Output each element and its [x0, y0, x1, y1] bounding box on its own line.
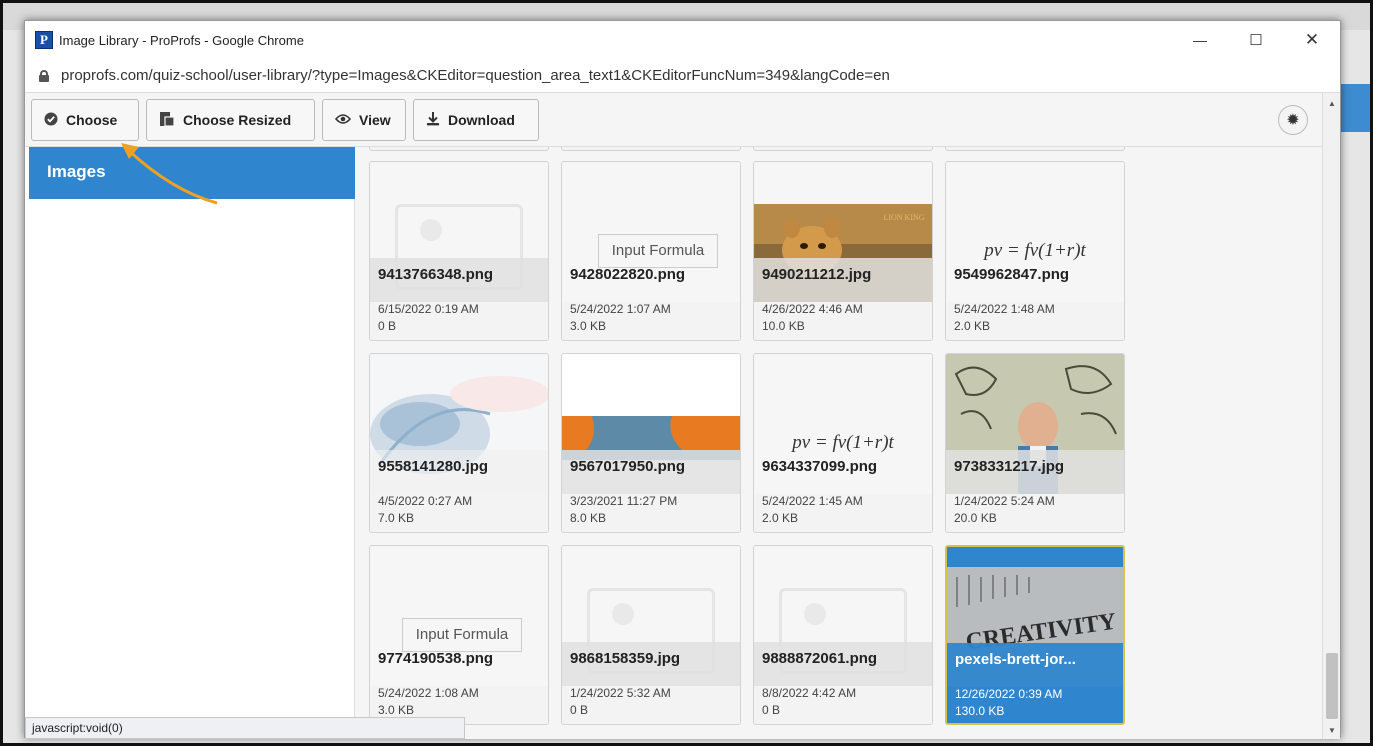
- image-library-window: P Image Library - ProProfs - Google Chro…: [24, 20, 1341, 739]
- image-card[interactable]: Input Formula 9428022820.png 5/24/2022 1…: [561, 161, 741, 341]
- image-card[interactable]: pv = fv(1+r)t 9634337099.png 5/24/2022 1…: [753, 353, 933, 533]
- file-date: 5/24/2022 1:07 AM: [570, 302, 671, 316]
- file-date: 1/24/2022 5:24 AM: [954, 494, 1055, 508]
- file-size: 20.0 KB: [954, 511, 997, 525]
- address-bar[interactable]: proprofs.com/quiz-school/user-library/?t…: [25, 59, 1340, 93]
- file-date: 1/24/2022 5:32 AM: [570, 686, 671, 700]
- download-button[interactable]: Download: [413, 99, 539, 141]
- file-date: 8/8/2022 4:42 AM: [762, 686, 857, 700]
- file-name: 9634337099.png: [762, 458, 878, 475]
- file-date: 5/24/2022 1:48 AM: [954, 302, 1055, 316]
- file-name: 9774190538.png: [378, 650, 494, 667]
- input-formula-preview: Input Formula: [598, 234, 718, 268]
- file-size: 3.0 KB: [378, 703, 415, 717]
- formula-preview: pv = fv(1+r)t: [984, 240, 1086, 261]
- image-card[interactable]: 9558141280.jpg 4/5/2022 0:27 AM 7.0 KB: [369, 353, 549, 533]
- file-name: pexels-brett-jor...: [955, 651, 1076, 668]
- file-name: 9888872061.png: [762, 650, 878, 667]
- file-size: 0 B: [762, 703, 781, 717]
- eye-icon: [334, 112, 352, 128]
- formula-preview: pv = fv(1+r)t: [792, 432, 894, 453]
- sidebar-item-images[interactable]: Images: [29, 147, 355, 199]
- image-card[interactable]: [945, 147, 1125, 151]
- vertical-scrollbar[interactable]: ▲ ▼: [1322, 93, 1340, 739]
- proprofs-favicon-icon: P: [35, 31, 53, 49]
- file-name: 9738331217.jpg: [954, 458, 1065, 475]
- image-card[interactable]: pv = fv(1+r)t 9549962847.png 5/24/2022 1…: [945, 161, 1125, 341]
- file-date: 3/23/2021 11:27 PM: [570, 494, 678, 508]
- image-grid: 9413766348.png 6/15/2022 0:19 AM 0 B Inp…: [355, 147, 1322, 739]
- download-label: Download: [448, 112, 515, 128]
- image-card[interactable]: [753, 147, 933, 151]
- resize-icon: [159, 111, 175, 130]
- image-card[interactable]: 9868158359.jpg 1/24/2022 5:32 AM 0 B: [561, 545, 741, 725]
- file-size: 10.0 KB: [762, 319, 805, 333]
- file-size: 130.0 KB: [955, 704, 1005, 718]
- file-name: 9413766348.png: [378, 266, 494, 283]
- choose-resized-button[interactable]: Choose Resized: [146, 99, 315, 141]
- file-size: 0 B: [570, 703, 589, 717]
- file-name: 9490211212.jpg: [762, 266, 872, 283]
- minimize-button[interactable]: —: [1172, 21, 1228, 59]
- scrollbar-thumb[interactable]: [1326, 653, 1338, 719]
- file-date: 6/15/2022 0:19 AM: [378, 302, 479, 316]
- image-card[interactable]: [561, 147, 741, 151]
- settings-gear-button[interactable]: ✹: [1278, 105, 1308, 135]
- download-icon: [426, 111, 440, 129]
- input-formula-preview: Input Formula: [402, 618, 522, 652]
- file-size: 2.0 KB: [762, 511, 799, 525]
- file-name: 9428022820.png: [570, 266, 686, 283]
- file-size: 8.0 KB: [570, 511, 607, 525]
- choose-button[interactable]: Choose: [31, 99, 139, 141]
- file-date: 4/26/2022 4:46 AM: [762, 302, 863, 316]
- file-size: 2.0 KB: [954, 319, 991, 333]
- image-card[interactable]: LION KING 9490211212.jpg 4/26/2022 4:46 …: [753, 161, 933, 341]
- file-size: 7.0 KB: [378, 511, 415, 525]
- background-blue-button: [1338, 84, 1373, 132]
- file-date: 5/24/2022 1:45 AM: [762, 494, 863, 508]
- file-name: 9868158359.jpg: [570, 650, 681, 667]
- view-label: View: [359, 112, 391, 128]
- library-toolbar: Choose Choose Resized View Download ✹: [25, 93, 1322, 147]
- choose-resized-label: Choose Resized: [183, 112, 292, 128]
- file-size: 3.0 KB: [570, 319, 607, 333]
- image-card-selected[interactable]: CREATIVITY pexels-brett-jor... 12/26/202…: [945, 545, 1125, 725]
- window-title: Image Library - ProProfs - Google Chrome: [59, 32, 304, 48]
- file-date: 4/5/2022 0:27 AM: [378, 494, 473, 508]
- image-card[interactable]: 9888872061.png 8/8/2022 4:42 AM 0 B: [753, 545, 933, 725]
- image-card[interactable]: Input Formula 9774190538.png 5/24/2022 1…: [369, 545, 549, 725]
- window-titlebar: P Image Library - ProProfs - Google Chro…: [25, 21, 1340, 59]
- file-size: 0 B: [378, 319, 397, 333]
- file-name: 9567017950.png: [570, 458, 686, 475]
- check-circle-icon: [44, 112, 58, 129]
- image-card[interactable]: 9738331217.jpg 1/24/2022 5:24 AM 20.0 KB: [945, 353, 1125, 533]
- image-card[interactable]: 9413766348.png 6/15/2022 0:19 AM 0 B: [369, 161, 549, 341]
- sidebar-item-label: Images: [47, 162, 106, 181]
- file-name: 9549962847.png: [954, 266, 1070, 283]
- status-bar: javascript:void(0): [25, 717, 465, 739]
- choose-label: Choose: [66, 112, 118, 128]
- scroll-up-arrow-icon[interactable]: ▲: [1328, 99, 1336, 108]
- file-date: 12/26/2022 0:39 AM: [955, 687, 1063, 701]
- gear-icon: ✹: [1286, 112, 1300, 129]
- file-date: 5/24/2022 1:08 AM: [378, 686, 479, 700]
- image-card[interactable]: 9567017950.png 3/23/2021 11:27 PM 8.0 KB: [561, 353, 741, 533]
- scroll-down-arrow-icon[interactable]: ▼: [1328, 726, 1336, 735]
- close-button[interactable]: ✕: [1284, 21, 1340, 59]
- library-sidebar: Images: [29, 147, 355, 739]
- lock-icon: [39, 69, 49, 82]
- file-name: 9558141280.jpg: [378, 458, 489, 475]
- lion-king-logo-text: LION KING: [883, 213, 924, 222]
- url-text[interactable]: proprofs.com/quiz-school/user-library/?t…: [61, 67, 890, 84]
- maximize-button[interactable]: ☐: [1228, 21, 1284, 59]
- view-button[interactable]: View: [322, 99, 406, 141]
- image-card[interactable]: [369, 147, 549, 151]
